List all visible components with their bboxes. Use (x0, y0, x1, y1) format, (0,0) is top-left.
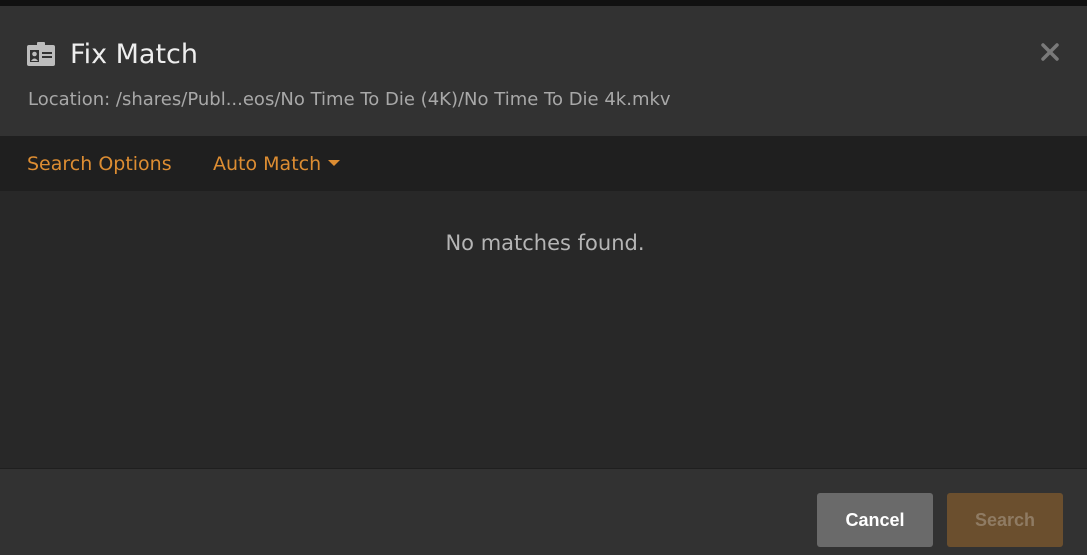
close-icon (1036, 43, 1064, 70)
fix-match-dialog: Fix Match Location: /shares/Publ...eos/N… (0, 6, 1087, 555)
auto-match-dropdown[interactable]: Auto Match (213, 151, 341, 177)
cancel-button[interactable]: Cancel (817, 493, 933, 547)
search-options-bar: Search Options Auto Match (0, 137, 1087, 191)
close-button[interactable] (1036, 38, 1064, 66)
dialog-footer: Cancel Search (0, 468, 1087, 555)
empty-results-message: No matches found. (445, 231, 645, 255)
match-results: No matches found. (0, 191, 1087, 468)
search-button[interactable]: Search (947, 493, 1063, 547)
auto-match-label: Auto Match (213, 153, 322, 175)
dialog-title: Fix Match (70, 39, 199, 70)
id-card-icon (27, 42, 55, 66)
dialog-header: Fix Match Location: /shares/Publ...eos/N… (0, 6, 1087, 137)
file-location: Location: /shares/Publ...eos/No Time To … (28, 89, 671, 110)
caret-down-icon (328, 159, 341, 166)
search-options-link[interactable]: Search Options (27, 151, 172, 177)
